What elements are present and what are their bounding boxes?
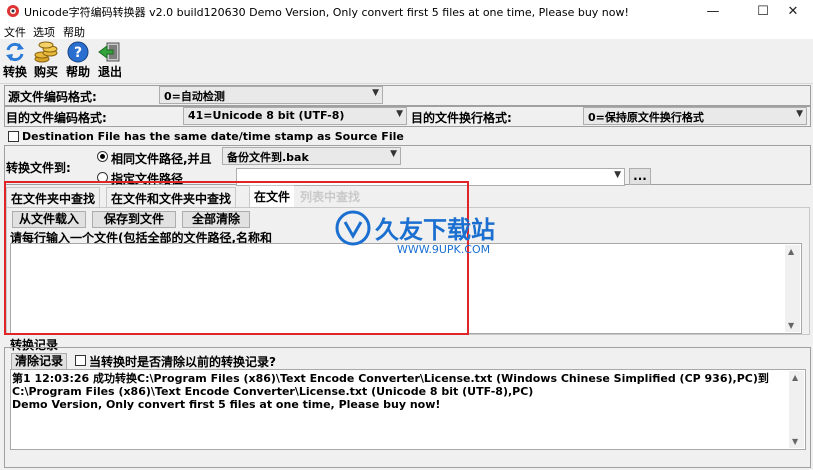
watermark-logo-icon bbox=[335, 210, 371, 246]
buy-button[interactable]: 购买 bbox=[33, 41, 59, 81]
timestamp-checkbox[interactable] bbox=[8, 131, 19, 142]
chevron-down-icon: ▼ bbox=[390, 149, 397, 159]
exit-button[interactable]: 退出 bbox=[96, 41, 124, 81]
menu-file[interactable]: 文件 bbox=[4, 24, 26, 40]
source-encoding-value: 0=自动检测 bbox=[164, 90, 225, 103]
coins-icon bbox=[34, 41, 58, 63]
source-encoding-row bbox=[4, 85, 811, 106]
help-icon: ? bbox=[67, 41, 89, 63]
file-list-scrollbar[interactable]: ▲ ▼ bbox=[785, 245, 800, 332]
svg-text:?: ? bbox=[74, 45, 82, 61]
watermark: 久友下载站 WWW.9UPK.COM bbox=[335, 210, 495, 256]
scroll-down-icon: ▼ bbox=[792, 437, 799, 446]
chevron-down-icon: ▼ bbox=[372, 88, 379, 98]
close-button[interactable]: ✕ bbox=[773, 0, 813, 22]
log-line: Demo Version, Only convert first 5 files… bbox=[12, 398, 441, 411]
source-encoding-select[interactable]: 0=自动检测 ▼ bbox=[159, 86, 383, 104]
browse-button[interactable]: ... bbox=[629, 168, 651, 185]
chevron-down-icon: ▼ bbox=[396, 109, 403, 119]
linebreak-value: 0=保持原文件换行格式 bbox=[588, 111, 704, 124]
app-icon bbox=[7, 5, 19, 17]
menu-options[interactable]: 选项 bbox=[33, 24, 55, 40]
refresh-icon bbox=[6, 42, 24, 62]
scroll-up-icon: ▲ bbox=[788, 247, 795, 256]
timestamp-checkbox-label: Destination File has the same date/time … bbox=[22, 130, 404, 143]
same-path-label: 相同文件路径,并且 bbox=[111, 152, 212, 166]
linebreak-select[interactable]: 0=保持原文件换行格式 ▼ bbox=[583, 107, 807, 125]
scroll-down-icon: ▼ bbox=[788, 321, 795, 330]
backup-select[interactable]: 备份文件到.bak ▼ bbox=[222, 147, 401, 165]
scroll-up-icon: ▲ bbox=[792, 373, 799, 382]
watermark-brand: 久友下载站 bbox=[375, 216, 495, 244]
clear-log-checkbox[interactable] bbox=[75, 355, 86, 366]
watermark-url: WWW.9UPK.COM bbox=[397, 243, 491, 256]
chevron-down-icon: ▼ bbox=[796, 109, 803, 119]
source-encoding-label: 源文件编码格式: bbox=[8, 90, 97, 104]
highlight-box bbox=[4, 181, 469, 335]
minimize-button[interactable]: — bbox=[693, 0, 733, 22]
help-button[interactable]: ? 帮助 bbox=[64, 41, 92, 81]
log-scrollbar[interactable]: ▲ ▼ bbox=[789, 371, 804, 448]
target-encoding-select[interactable]: 41=Unicode 8 bit (UTF-8) ▼ bbox=[183, 107, 407, 125]
backup-value: 备份文件到.bak bbox=[227, 151, 309, 164]
convert-button[interactable]: 转换 bbox=[2, 41, 28, 81]
menu-bar bbox=[0, 22, 813, 39]
chevron-down-icon: ▼ bbox=[614, 170, 621, 180]
same-path-radio[interactable] bbox=[97, 151, 108, 162]
exit-icon bbox=[98, 42, 120, 62]
target-encoding-value: 41=Unicode 8 bit (UTF-8) bbox=[188, 109, 345, 122]
convert-to-label: 转换文件到: bbox=[6, 161, 71, 175]
linebreak-label: 目的文件换行格式: bbox=[411, 111, 512, 125]
clear-log-checkbox-label: 当转换时是否清除以前的转换记录? bbox=[89, 355, 276, 369]
target-encoding-label: 目的文件编码格式: bbox=[6, 111, 107, 125]
log-line: 第1 12:03:26 成功转换C:\Program Files (x86)\T… bbox=[12, 372, 769, 398]
clear-log-button[interactable]: 清除记录 bbox=[11, 353, 67, 370]
window-title: Unicode字符编码转换器 v2.0 build120630 Demo Ver… bbox=[24, 6, 629, 19]
menu-help[interactable]: 帮助 bbox=[63, 24, 85, 40]
log-content: 第1 12:03:26 成功转换C:\Program Files (x86)\T… bbox=[12, 372, 782, 411]
